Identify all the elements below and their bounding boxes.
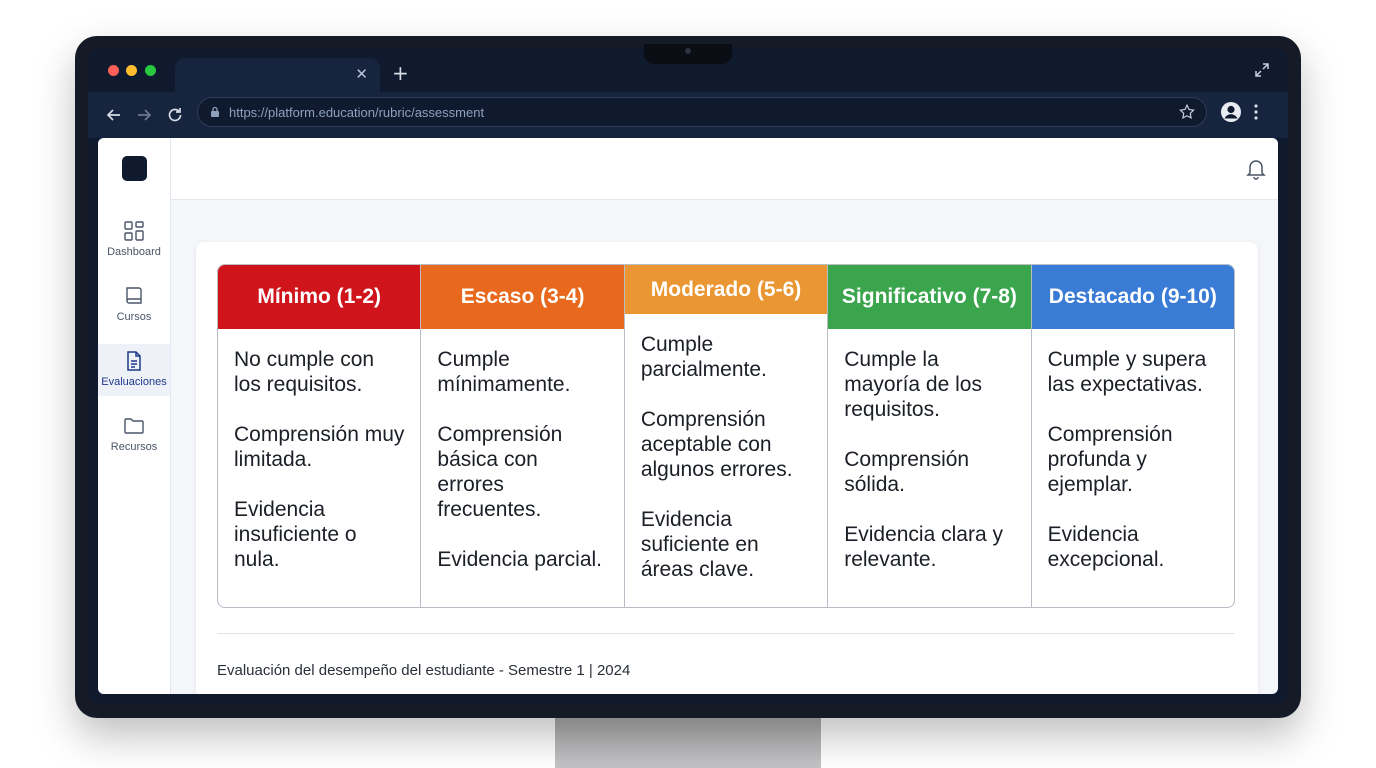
sidebar-item-cursos[interactable]: Cursos (98, 279, 170, 331)
criterion-text: Cumple parcialmente. (640, 333, 767, 381)
bell-icon[interactable] (1245, 157, 1267, 181)
sidebar-item-label: Dashboard (107, 246, 161, 258)
close-window-button[interactable] (108, 65, 119, 76)
criterion-text: Evidencia clara y relevante. (844, 523, 1003, 571)
grid-icon (124, 221, 144, 241)
book-icon (126, 287, 142, 304)
criterion-text: Comprensión sólida. (844, 448, 970, 496)
bookmark-star-icon[interactable] (1178, 103, 1196, 121)
criterion-text: Evidencia suficiente en áreas clave. (640, 508, 759, 581)
browser-window: ✕ + https://platform.education/rubric/as… (88, 48, 1288, 704)
rubric-column: Escaso (3-4) Cumple mínimamente. Compren… (421, 265, 625, 607)
minimize-window-button[interactable] (126, 65, 137, 76)
lock-icon (211, 106, 219, 117)
app-logo[interactable] (122, 156, 147, 181)
rubric-table: Mínimo (1-2) No cumple con los requisito… (217, 264, 1235, 608)
criterion-text: Evidencia excepcional. (1047, 523, 1165, 571)
criterion-text: Cumple y supera las expectativas. (1047, 348, 1207, 396)
footer-caption: Evaluación del desempeño del estudiante … (217, 662, 631, 679)
forward-arrow-icon[interactable] (134, 105, 154, 125)
folder-icon (124, 418, 144, 434)
criterion-text: Cumple la mayoría de los requisitos. (844, 348, 982, 421)
page-viewport: Dashboard Cursos Evaluaciones Recursos M… (98, 138, 1278, 694)
new-tab-button[interactable]: + (392, 61, 409, 85)
sidebar-item-evaluaciones[interactable]: Evaluaciones (98, 344, 170, 396)
profile-icon[interactable] (1220, 101, 1242, 123)
criterion-text: Evidencia parcial. (437, 548, 602, 571)
rubric-card: Mínimo (1-2) No cumple con los requisito… (196, 242, 1258, 694)
sidebar-item-label: Cursos (116, 311, 152, 323)
maximize-window-button[interactable] (145, 65, 156, 76)
rubric-column: Significativo (7-8) Cumple la mayoría de… (828, 265, 1032, 607)
criterion-text: Comprensión profunda y ejemplar. (1047, 423, 1173, 496)
level-header: Significativo (7-8) (828, 265, 1031, 329)
rubric-column: Destacado (9-10) Cumple y supera las exp… (1031, 265, 1234, 607)
footer-divider (217, 633, 1235, 634)
criterion-text: Comprensión básica con errores frecuente… (437, 423, 563, 521)
criterion-text: Evidencia insuficiente o nula. (234, 498, 357, 571)
level-header: Mínimo (1-2) (218, 265, 421, 329)
reload-icon[interactable] (165, 105, 185, 125)
criterion-text: Comprensión muy limitada. (234, 423, 405, 471)
camera-notch (644, 44, 732, 64)
document-icon (127, 351, 141, 371)
address-bar[interactable]: https://platform.education/rubric/assess… (197, 97, 1207, 127)
sidebar-item-label: Recursos (110, 441, 158, 453)
level-header: Moderado (5-6) (624, 265, 828, 314)
rubric-column: Mínimo (1-2) No cumple con los requisito… (218, 265, 422, 607)
sidebar-item-recursos[interactable]: Recursos (98, 409, 170, 461)
criterion-text: No cumple con los requisitos. (234, 348, 375, 396)
top-header (171, 138, 1278, 200)
level-header: Destacado (9-10) (1031, 265, 1234, 329)
monitor-stand (555, 712, 821, 768)
back-arrow-icon[interactable] (104, 105, 124, 125)
sidebar-item-dashboard[interactable]: Dashboard (98, 214, 170, 266)
url-text: https://platform.education/rubric/assess… (229, 105, 485, 120)
criterion-text: Comprensión aceptable con algunos errore… (640, 408, 793, 481)
sidebar-item-label: Evaluaciones (101, 376, 167, 388)
browser-tab[interactable]: ✕ (175, 58, 380, 92)
sidebar: Dashboard Cursos Evaluaciones Recursos (98, 138, 171, 694)
expand-icon[interactable] (1254, 62, 1270, 78)
rubric-column: Moderado (5-6) Cumple parcialmente. Comp… (624, 265, 829, 607)
criterion-text: Cumple mínimamente. (437, 348, 571, 396)
more-menu-icon[interactable] (1254, 103, 1258, 121)
browser-toolbar: https://platform.education/rubric/assess… (88, 92, 1288, 138)
close-tab-icon[interactable]: ✕ (355, 65, 368, 83)
level-header: Escaso (3-4) (421, 265, 624, 329)
